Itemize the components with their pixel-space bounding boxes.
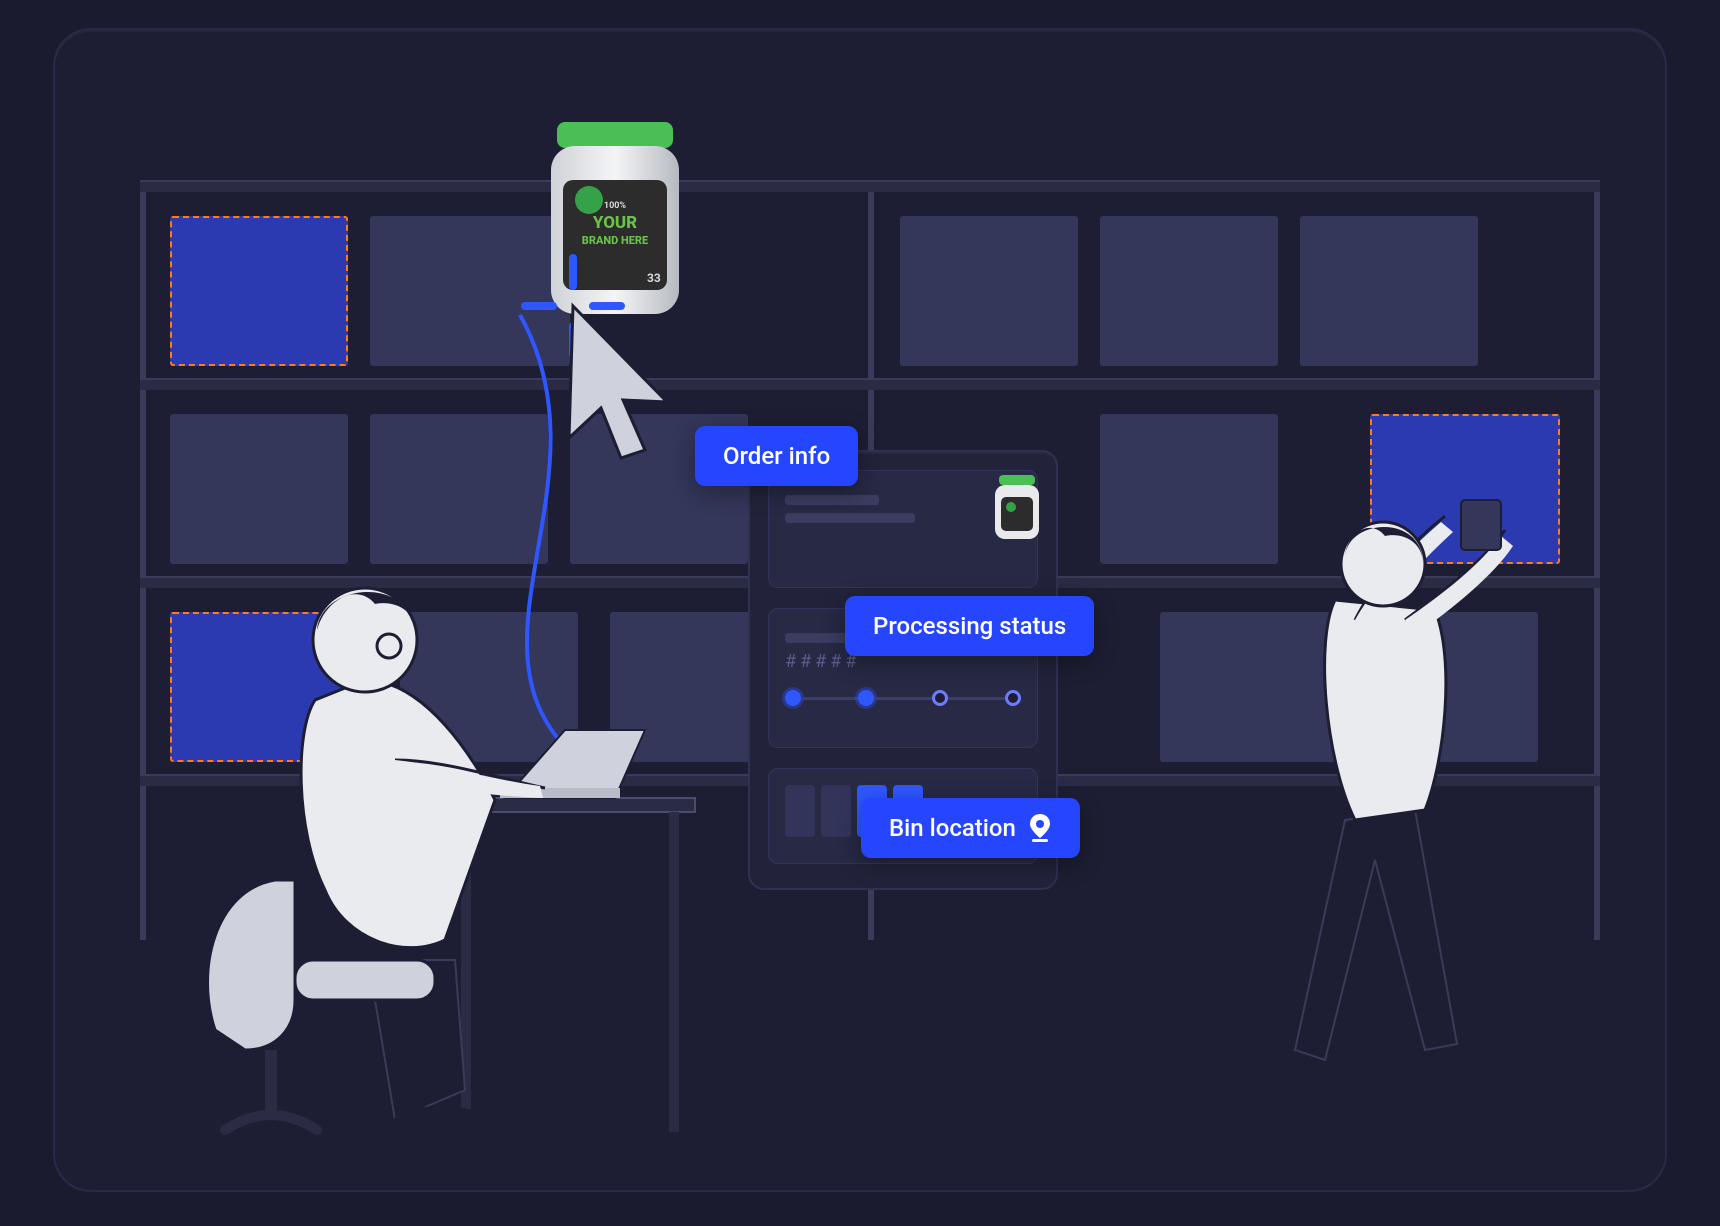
shelf-bin xyxy=(1100,216,1278,366)
svg-text:YOUR: YOUR xyxy=(592,213,637,233)
callout-label: Order info xyxy=(723,442,830,470)
map-pin-icon xyxy=(1028,814,1052,842)
callout-processing-status: Processing status xyxy=(845,596,1094,656)
bin-slot xyxy=(821,785,851,837)
callout-order-info: Order info xyxy=(695,426,858,486)
stepper-dot xyxy=(785,690,801,706)
illustration-frame: 100% YOUR BRAND HERE 33 xyxy=(55,30,1665,1190)
shelf-post xyxy=(1594,180,1600,940)
shelf-line xyxy=(140,180,1600,192)
svg-text:100%: 100% xyxy=(604,201,626,211)
worker-seated-illustration xyxy=(145,530,705,1170)
bin-slot xyxy=(785,785,815,837)
callout-label: Bin location xyxy=(889,814,1016,842)
worker-standing-illustration xyxy=(1225,460,1545,1080)
shelf-bin xyxy=(1300,216,1478,366)
cursor-icon xyxy=(495,240,715,460)
stepper-dot xyxy=(858,690,874,706)
shelf-bin xyxy=(900,216,1078,366)
callout-label: Processing status xyxy=(873,612,1066,640)
callout-bin-location: Bin location xyxy=(861,798,1080,858)
shelf-bin-highlighted xyxy=(170,216,348,366)
stepper-dot xyxy=(1005,690,1021,706)
status-stepper xyxy=(785,690,1021,706)
dashboard-order-card xyxy=(768,470,1038,588)
stepper-dot xyxy=(932,690,948,706)
product-jar-thumbnail xyxy=(987,471,1047,543)
shelf-line xyxy=(140,378,1600,390)
